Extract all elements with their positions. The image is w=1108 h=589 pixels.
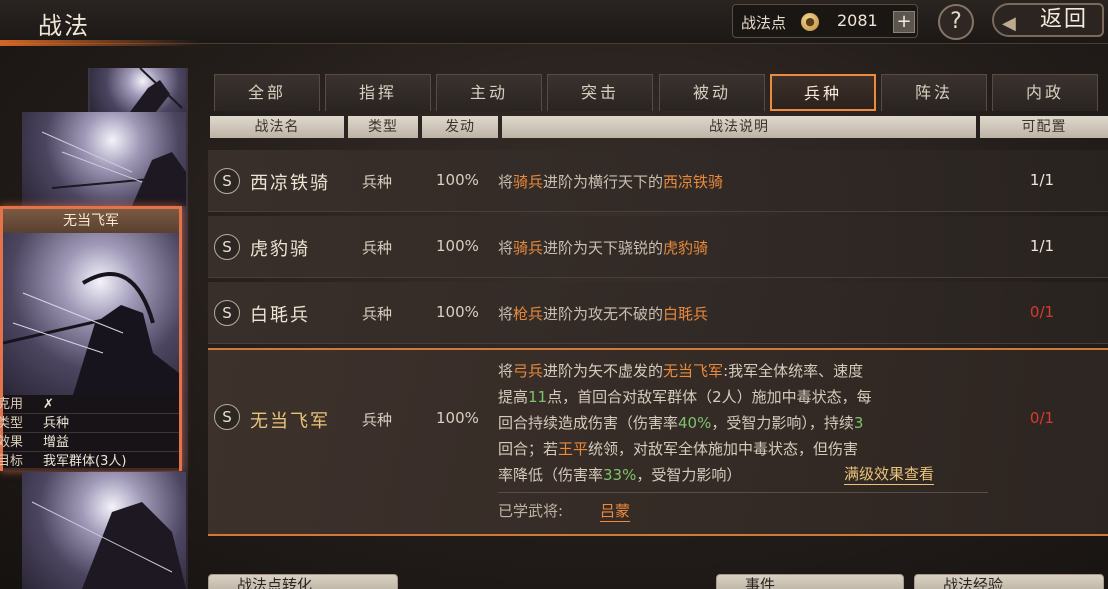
tactic-type: 兵种	[362, 173, 393, 191]
s-grade-badge: S	[214, 234, 240, 260]
tactic-name: 西凉铁骑	[250, 173, 330, 194]
column-header-name[interactable]: 战法名	[210, 116, 344, 138]
tactic-type: 兵种	[362, 239, 393, 257]
selected-tactic-card[interactable]: 无当飞军 克用 ✗ 类型 兵种 效果 增益 目标 我军群体(3人)	[0, 206, 182, 471]
tactic-config-count: 0/1	[1029, 303, 1055, 321]
tactic-config-count: 0/1	[1029, 409, 1055, 427]
s-grade-badge: S	[214, 168, 240, 194]
tab-active[interactable]: 主动	[436, 74, 542, 111]
tactic-rate: 100%	[436, 237, 479, 255]
column-header-rate[interactable]: 发动	[422, 116, 498, 138]
archer-silhouette-icon	[41, 131, 186, 206]
tab-passive[interactable]: 被动	[659, 74, 765, 111]
tab-command[interactable]: 指挥	[325, 74, 431, 111]
tactic-points-label: 战法点	[741, 14, 787, 32]
tab-formation[interactable]: 阵法	[881, 74, 987, 111]
table-row[interactable]: S 虎豹骑 兵种 100% 将骑兵进阶为天下骁锐的虎豹骑 1/1	[208, 216, 1108, 278]
help-button[interactable]: ?	[938, 4, 974, 40]
card-info-list: 克用 ✗ 类型 兵种 效果 增益 目标 我军群体(3人)	[0, 395, 179, 471]
divider	[498, 492, 988, 493]
tactic-name: 白毦兵	[250, 305, 310, 326]
tactic-points-value: 2081	[837, 11, 878, 30]
card-info-row: 类型 兵种	[0, 414, 179, 433]
card-tactic-name: 无当飞军	[3, 209, 179, 233]
tactic-rate: 100%	[436, 409, 479, 427]
tactic-description: 将骑兵进阶为横行天下的西凉铁骑	[498, 173, 724, 191]
card-info-value: ✗	[43, 397, 54, 412]
max-level-effect-link[interactable]: 满级效果查看	[844, 464, 935, 485]
card-info-key: 克用	[0, 397, 24, 412]
tactic-name: 虎豹骑	[250, 239, 310, 260]
s-grade-badge: S	[214, 300, 240, 326]
card-art-main	[3, 233, 179, 395]
learned-generals-label: 已学武将:	[498, 502, 564, 520]
card-info-value: 我军群体(3人)	[43, 454, 127, 469]
tactic-points-box: 战法点 ● 2081 +	[732, 4, 918, 38]
back-arrow-icon: ◀	[1002, 13, 1018, 34]
card-info-row: 效果 增益	[0, 433, 179, 452]
tab-assault[interactable]: 突击	[547, 74, 653, 111]
tactic-name: 无当飞军	[250, 411, 330, 432]
tab-internal-affairs[interactable]: 内政	[992, 74, 1098, 111]
card-info-row: 目标 我军群体(3人)	[0, 452, 179, 471]
tactic-description: 将枪兵进阶为攻无不破的白毦兵	[498, 305, 709, 323]
tactic-rate: 100%	[436, 303, 479, 321]
card-info-row: 克用 ✗	[0, 395, 179, 414]
table-row[interactable]: S 白毦兵 兵种 100% 将枪兵进阶为攻无不破的白毦兵 0/1	[208, 282, 1108, 344]
card-info-key: 效果	[0, 435, 24, 450]
convert-points-button[interactable]: 战法点转化	[208, 574, 398, 589]
back-button[interactable]: ◀ 返回	[992, 3, 1104, 37]
card-art-top[interactable]	[90, 68, 186, 112]
tactic-config-count: 1/1	[1029, 237, 1055, 255]
table-row-selected[interactable]: S 无当飞军 兵种 100% 0/1 将弓兵进阶为矢不虚发的无当飞军:我军全体统…	[208, 348, 1108, 536]
title-glow	[0, 40, 200, 46]
card-art-second[interactable]	[22, 112, 186, 206]
page-title: 战法	[38, 12, 90, 40]
tactic-type: 兵种	[362, 305, 393, 323]
coin-icon: ●	[801, 13, 819, 31]
tactic-exp-button[interactable]: 战法经验	[914, 574, 1104, 589]
learned-general-link[interactable]: 吕蒙	[600, 500, 631, 522]
tactic-description: 将骑兵进阶为天下骁锐的虎豹骑	[498, 239, 709, 257]
add-points-button[interactable]: +	[893, 11, 915, 33]
tab-troop-type[interactable]: 兵种	[770, 74, 876, 111]
card-info-key: 类型	[0, 416, 24, 431]
card-info-value: 兵种	[43, 416, 70, 431]
card-info-value: 增益	[43, 435, 70, 450]
warrior-silhouette-icon	[130, 68, 183, 112]
bowman-silhouette-icon	[3, 272, 179, 395]
tactic-config-count: 1/1	[1029, 171, 1055, 189]
column-header-type[interactable]: 类型	[348, 116, 418, 138]
tab-all[interactable]: 全部	[214, 74, 320, 111]
top-bar: 战法 战法点 ● 2081 + ? ◀ 返回	[0, 0, 1108, 46]
tactic-type: 兵种	[362, 411, 393, 429]
back-label: 返回	[1039, 7, 1088, 32]
table-row[interactable]: S 西凉铁骑 兵种 100% 将骑兵进阶为横行天下的西凉铁骑 1/1	[208, 150, 1108, 212]
tactic-rate: 100%	[436, 171, 479, 189]
column-header-description: 战法说明	[502, 116, 976, 138]
card-info-key: 目标	[0, 454, 24, 469]
cavalry-silhouette-icon	[31, 501, 186, 589]
s-grade-badge: S	[214, 404, 240, 430]
card-art-bottom[interactable]	[22, 472, 186, 589]
column-header-configurable[interactable]: 可配置	[980, 116, 1108, 138]
event-button[interactable]: 事件	[716, 574, 904, 589]
